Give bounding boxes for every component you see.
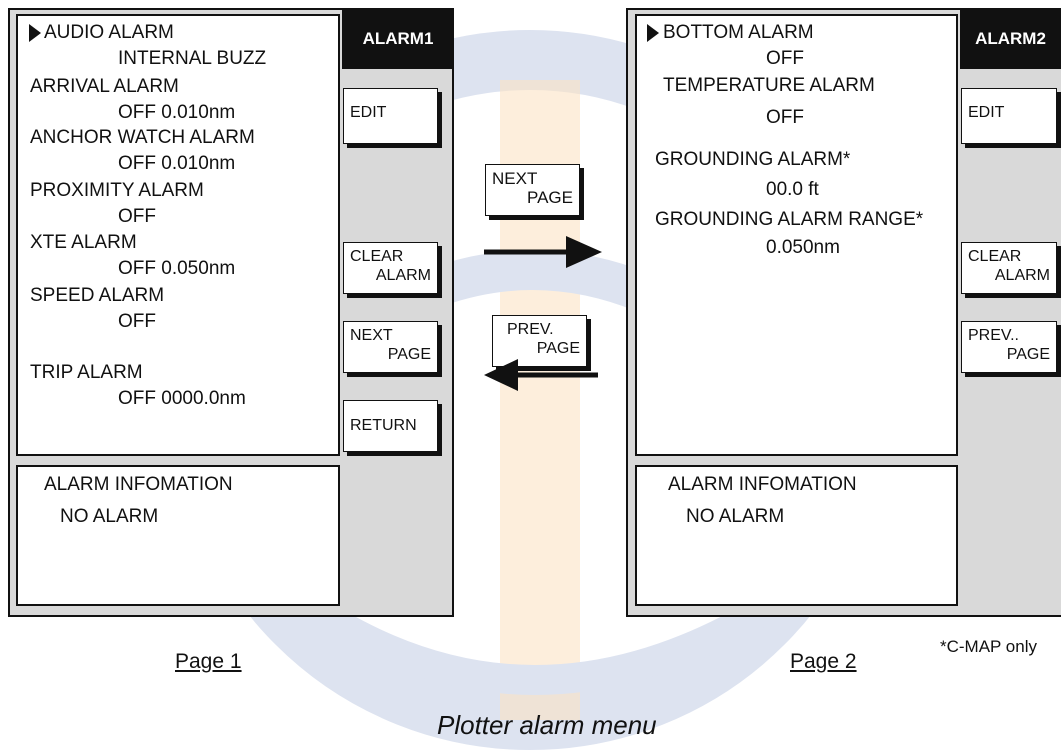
arrow-left-icon (484, 359, 598, 391)
page1-item-3-value: OFF 0.010nm (118, 153, 236, 174)
page1-header: ALARM1 (342, 8, 454, 69)
transition-next-page-label: NEXT PAGE (485, 164, 580, 216)
figure-title: Plotter alarm menu (437, 710, 657, 740)
page1-item-7-value: OFF 0000.0nm (118, 388, 246, 409)
transition-next-1: NEXT (492, 169, 538, 188)
page1-cursor-icon (29, 24, 41, 42)
page1-return-button[interactable]: RETURN (343, 400, 438, 452)
page1-item-4-label: PROXIMITY ALARM (30, 180, 204, 201)
page2-info-title: ALARM INFOMATION (668, 474, 857, 495)
page2-edit-label: EDIT (968, 104, 1005, 121)
page1-caption: Page 1 (175, 650, 242, 673)
page1-item-2-label: ARRIVAL ALARM (30, 76, 179, 97)
page1-item-1-label: AUDIO ALARM (44, 22, 174, 43)
page2-clear-label-2: ALARM (994, 267, 1050, 284)
page1-item-5-value: OFF 0.050nm (118, 258, 236, 279)
page1-clear-alarm-button[interactable]: CLEAR ALARM (343, 242, 438, 294)
transition-next-2: PAGE (527, 188, 573, 207)
page1-return-label: RETURN (350, 417, 417, 434)
page1-clear-label-1: CLEAR (350, 248, 404, 265)
page1-info-title: ALARM INFOMATION (44, 474, 233, 495)
page2-item-4-value: 0.050nm (766, 237, 840, 258)
c-map-footnote: *C-MAP only (940, 637, 1037, 656)
page2-prev-page-button[interactable]: PREV.. PAGE (961, 321, 1057, 373)
page2-header: ALARM2 (960, 8, 1061, 69)
page1-clear-label-2: ALARM (375, 267, 431, 284)
page1-item-1-value: INTERNAL BUZZ (118, 48, 267, 69)
page1-next-label-2: PAGE (387, 346, 431, 363)
page2-prev-label-1: PREV.. (968, 327, 1019, 344)
page2-clear-alarm-button[interactable]: CLEAR ALARM (961, 242, 1057, 294)
arrow-right-icon (484, 236, 602, 268)
page1-item-4-value: OFF (118, 206, 156, 227)
page2-clear-label-1: CLEAR (968, 248, 1022, 265)
page2-prev-label-2: PAGE (1006, 346, 1050, 363)
page1-edit-label: EDIT (350, 104, 387, 121)
page1-item-6-value: OFF (118, 311, 156, 332)
page2-item-1-value: OFF (766, 48, 804, 69)
page1-item-2-value: OFF 0.010nm (118, 102, 236, 123)
page2-edit-button[interactable]: EDIT (961, 88, 1057, 144)
page2-item-2-label: TEMPERATURE ALARM (663, 75, 875, 96)
page1-info-value: NO ALARM (60, 506, 159, 527)
page2-info-value: NO ALARM (686, 506, 785, 527)
transition-prev-1: PREV. (507, 321, 554, 338)
page1-item-6-label: SPEED ALARM (30, 285, 165, 306)
page2-item-4-label: GROUNDING ALARM RANGE* (655, 209, 924, 230)
page1-edit-button[interactable]: EDIT (343, 88, 438, 144)
page2-caption: Page 2 (790, 650, 857, 673)
page1-next-page-button[interactable]: NEXT PAGE (343, 321, 438, 373)
alarm-menu-figure: AUDIO ALARM INTERNAL BUZZ ARRIVAL ALARM … (0, 0, 1061, 753)
page2-item-3-label: GROUNDING ALARM* (655, 149, 851, 170)
page1-next-label-1: NEXT (350, 327, 393, 344)
page1-item-5-label: XTE ALARM (30, 232, 137, 253)
page2-cursor-icon (647, 24, 659, 42)
page2-item-1-label: BOTTOM ALARM (663, 22, 814, 43)
page1-item-3-label: ANCHOR WATCH ALARM (30, 127, 255, 148)
page2-item-2-value: OFF (766, 107, 804, 128)
page1-item-7-label: TRIP ALARM (30, 362, 143, 383)
page2-item-3-value: 00.0 ft (766, 179, 819, 200)
